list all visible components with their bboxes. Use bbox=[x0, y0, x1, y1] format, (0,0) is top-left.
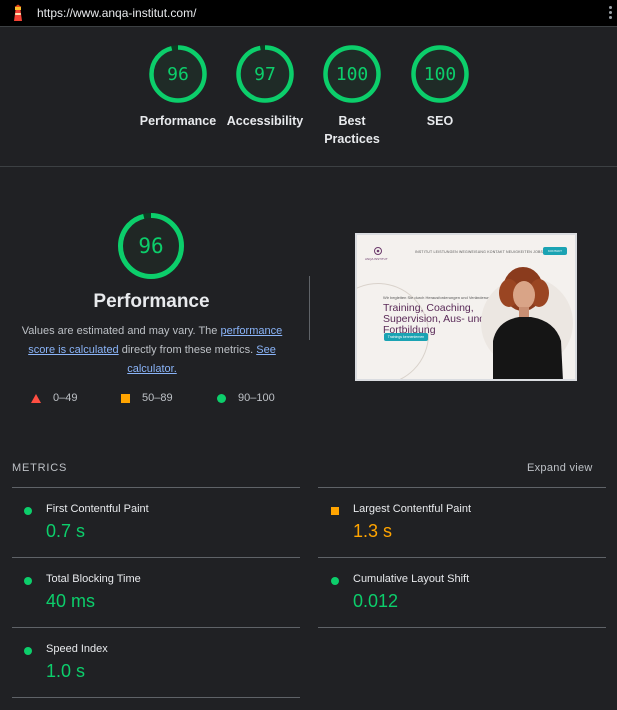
metric-value: 0.7 s bbox=[46, 521, 86, 541]
metric-label: Largest Contentful Paint bbox=[353, 503, 472, 515]
metric-label: Speed Index bbox=[46, 643, 108, 655]
metric-divider bbox=[12, 697, 300, 698]
page-url[interactable]: https://www.anqa-institut.com/ bbox=[37, 6, 196, 20]
metric-divider bbox=[318, 487, 606, 488]
legend-pass: 90–100 bbox=[217, 392, 275, 404]
metric-label: Cumulative Layout Shift bbox=[353, 573, 470, 585]
browser-topbar: https://www.anqa-institut.com/ bbox=[0, 0, 617, 27]
metric-divider bbox=[318, 557, 606, 558]
screenshot-contact-button: KONTAKT bbox=[543, 247, 567, 255]
category-score: 100 bbox=[423, 63, 457, 85]
category-gauge-1[interactable]: 96 bbox=[148, 44, 208, 104]
category-gauge-2[interactable]: 97 bbox=[235, 44, 295, 104]
category-score: 100 bbox=[335, 63, 369, 85]
circle-icon bbox=[331, 577, 339, 585]
square-icon bbox=[331, 507, 339, 515]
performance-score-value: 96 bbox=[138, 234, 164, 258]
legend-fail-label: 0–49 bbox=[53, 392, 78, 404]
brand-logo-icon bbox=[374, 247, 382, 255]
performance-title: Performance bbox=[93, 291, 210, 312]
desc-text: Values are estimated and may vary. The bbox=[21, 325, 221, 337]
legend-average: 50–89 bbox=[121, 392, 173, 404]
triangle-icon bbox=[31, 393, 41, 403]
category-label: Best Practices bbox=[324, 114, 380, 146]
vertical-separator bbox=[309, 276, 310, 340]
category-gauge-4[interactable]: 100 bbox=[410, 44, 470, 104]
metric-value: 40 ms bbox=[46, 591, 96, 611]
circle-icon bbox=[24, 507, 32, 515]
category-score: 97 bbox=[254, 63, 276, 85]
screenshot-cta: Trainings kennenlernen bbox=[384, 333, 428, 341]
performance-description: Values are estimated and may vary. The p… bbox=[18, 322, 286, 379]
section-divider bbox=[0, 166, 617, 167]
circle-icon bbox=[217, 393, 226, 403]
kebab-menu-icon[interactable] bbox=[607, 5, 613, 21]
screenshot-headline: Training, Coaching, Supervision, Aus- un… bbox=[383, 302, 486, 336]
category-score: 96 bbox=[167, 63, 189, 85]
circle-icon bbox=[24, 647, 32, 655]
metric-value: 0.012 bbox=[353, 591, 399, 611]
screenshot-brand: ANQA INSTITUT bbox=[365, 257, 388, 261]
legend-average-label: 50–89 bbox=[142, 392, 173, 404]
screenshot-menu: INSTITUT LEISTUNGEN WEGWEISUNG KONTAKT N… bbox=[415, 250, 544, 254]
circle-icon bbox=[24, 577, 32, 585]
lighthouse-icon bbox=[14, 4, 22, 21]
metric-value: 1.0 s bbox=[46, 661, 86, 681]
performance-score-gauge: 96 bbox=[117, 212, 185, 280]
category-label: Accessibility bbox=[226, 114, 304, 128]
metric-divider bbox=[12, 487, 300, 488]
metric-divider bbox=[12, 557, 300, 558]
legend-fail: 0–49 bbox=[31, 392, 77, 404]
metric-label: Total Blocking Time bbox=[46, 573, 141, 585]
category-label: SEO bbox=[426, 114, 454, 128]
metric-value: 1.3 s bbox=[353, 521, 393, 541]
metric-divider bbox=[12, 627, 300, 628]
metrics-heading: METRICS bbox=[12, 462, 68, 474]
metric-divider bbox=[318, 627, 606, 628]
category-gauge-3[interactable]: 100 bbox=[322, 44, 382, 104]
category-label: Performance bbox=[139, 114, 217, 128]
final-screenshot[interactable]: ANQA INSTITUT INSTITUT LEISTUNGEN WEGWEI… bbox=[355, 233, 577, 381]
desc-text-mid: directly from these metrics. bbox=[118, 344, 257, 356]
legend-pass-label: 90–100 bbox=[238, 392, 275, 404]
expand-view-toggle[interactable]: Expand view bbox=[527, 462, 593, 474]
metric-label: First Contentful Paint bbox=[46, 503, 149, 515]
square-icon bbox=[121, 393, 130, 403]
person-photo bbox=[481, 267, 573, 379]
